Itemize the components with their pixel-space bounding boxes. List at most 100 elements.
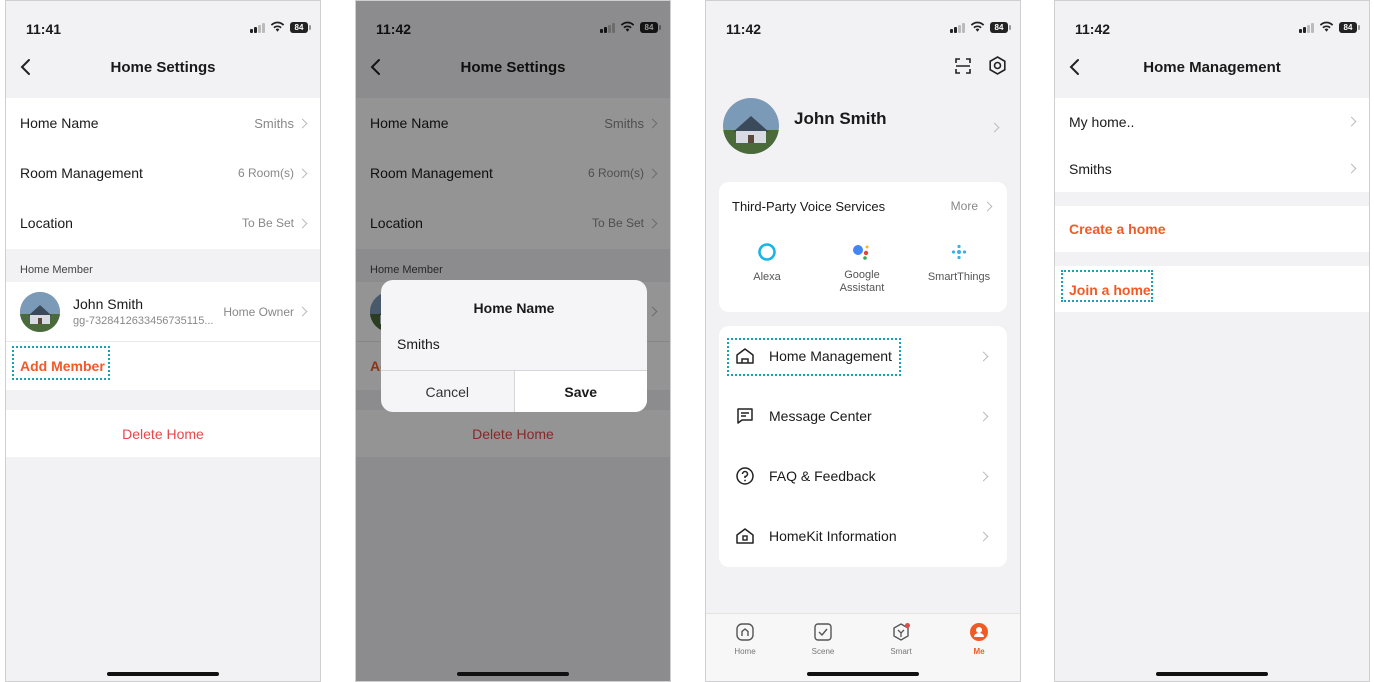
homes-list: My home.. Smiths [1055, 98, 1369, 192]
tab-scene[interactable]: Scene [798, 622, 848, 656]
row-room-management[interactable]: Room Management 6 Room(s) [6, 148, 320, 198]
service-label: SmartThings [927, 271, 991, 283]
phone-home-management: 11:42 84 Home Management My home.. Smith… [1054, 0, 1370, 682]
save-button[interactable]: Save [514, 371, 647, 412]
page-title: Home Management [1143, 59, 1281, 76]
status-bar: 11:42 84 [706, 1, 1020, 45]
row-home-name[interactable]: Home Name Smiths [6, 98, 320, 148]
voice-service-smartthings[interactable]: SmartThings [919, 242, 999, 283]
row-value: 6 Room(s) [237, 166, 294, 180]
chevron-right-icon [978, 471, 989, 481]
row-value: To Be Set [241, 216, 294, 230]
home-label: Smiths [1069, 160, 1112, 177]
smart-icon [893, 623, 910, 641]
status-time: 11:41 [26, 21, 62, 37]
member-role: Home Owner [223, 304, 294, 319]
service-label: Alexa [753, 271, 781, 283]
chevron-right-icon [978, 411, 989, 421]
service-label: Google Assistant [839, 269, 885, 294]
menu-label: FAQ & Feedback [769, 468, 876, 484]
highlight-box [727, 338, 901, 376]
settings-group: Home Name Smiths Room Management 6 Room(… [6, 98, 320, 249]
homekit-icon [736, 528, 754, 544]
member-row[interactable]: John Smith gg-7328412633456735115... Hom… [6, 282, 320, 342]
dialog-title: Home Name [473, 300, 555, 316]
menu-message-center[interactable]: Message Center [719, 386, 1007, 446]
tab-home[interactable]: Home [720, 622, 770, 656]
question-icon [736, 467, 754, 485]
menu-label: Message Center [769, 408, 872, 424]
member-id: gg-7328412633456735115... [73, 315, 214, 327]
battery-icon: 84 [290, 21, 311, 33]
nav-bar: Home Management [1055, 45, 1369, 89]
scene-icon [814, 623, 832, 641]
highlight-box [12, 346, 110, 380]
row-label: Location [20, 215, 73, 231]
message-icon [737, 408, 753, 424]
home-name-input[interactable]: Smiths [397, 336, 631, 352]
avatar [20, 291, 60, 332]
chevron-right-icon [297, 118, 308, 128]
row-value: Smiths [254, 115, 294, 131]
home-label: My home.. [1069, 113, 1135, 130]
status-time: 11:42 [1075, 21, 1111, 37]
settings-icon[interactable] [987, 55, 1008, 76]
tab-label: Smart [890, 647, 912, 656]
phone-home-name-dialog: 11:42 84 Home Settings Home Name Smiths … [355, 0, 671, 682]
me-icon [970, 623, 988, 641]
tab-smart[interactable]: Smart [876, 622, 926, 656]
home-indicator [107, 672, 219, 676]
home-item[interactable]: My home.. [1055, 98, 1369, 145]
voice-service-google[interactable]: Google Assistant [829, 242, 895, 295]
more-label: More [950, 199, 978, 213]
chevron-right-icon [297, 218, 308, 228]
chevron-right-icon [1346, 163, 1357, 174]
chevron-right-icon [297, 168, 308, 178]
row-label: Room Management [20, 165, 143, 181]
menu-homekit-information[interactable]: HomeKit Information [719, 506, 1007, 566]
create-home-button[interactable]: Create a home [1069, 221, 1165, 237]
battery-icon: 84 [1339, 21, 1360, 33]
chevron-right-icon [978, 351, 989, 361]
google-assistant-icon [853, 245, 869, 260]
wifi-icon [1319, 21, 1334, 32]
nav-bar: Home Settings [6, 45, 320, 89]
row-location[interactable]: Location To Be Set [6, 198, 320, 248]
chevron-right-icon [1346, 116, 1357, 127]
tab-me[interactable]: Me [954, 622, 1004, 656]
menu-faq-feedback[interactable]: FAQ & Feedback [719, 446, 1007, 506]
delete-home-button[interactable]: Delete Home [122, 426, 204, 442]
page-title: Home Settings [110, 59, 216, 76]
voice-more-link[interactable]: More [950, 199, 993, 213]
tab-label: Scene [811, 647, 835, 656]
status-bar: 11:42 84 [1055, 1, 1369, 45]
member-name: John Smith [73, 296, 144, 312]
home-indicator [457, 672, 569, 676]
phone-home-settings: 11:41 84 Home Settings Home Name Smiths … [5, 0, 321, 682]
wifi-icon [970, 21, 985, 32]
voice-service-alexa[interactable]: Alexa [734, 242, 800, 283]
voice-services-card: Third-Party Voice Services More Alexa Go… [719, 182, 1007, 312]
profile-name[interactable]: John Smith [794, 109, 887, 129]
home-tab-icon [736, 623, 754, 641]
tab-label: Me [973, 647, 985, 656]
signal-icon [950, 22, 965, 33]
home-name-dialog: Home Name Smiths Cancel Save [381, 280, 647, 412]
smartthings-icon [951, 244, 967, 260]
status-bar: 11:41 84 [6, 1, 320, 45]
signal-icon [250, 22, 265, 33]
menu-label: HomeKit Information [769, 528, 897, 544]
voice-services-title: Third-Party Voice Services [732, 199, 886, 214]
section-header: Home Member [20, 264, 93, 276]
home-indicator [807, 672, 919, 676]
home-indicator [1156, 672, 1268, 676]
alexa-icon [758, 243, 776, 261]
scan-icon[interactable] [953, 56, 973, 76]
home-item[interactable]: Smiths [1055, 145, 1369, 192]
chevron-right-icon [982, 201, 993, 211]
tab-label: Home [734, 647, 756, 656]
delete-home-group: Delete Home [6, 410, 320, 457]
cancel-button[interactable]: Cancel [381, 371, 515, 412]
tab-bar: Home Scene Smart Me [706, 613, 1020, 681]
profile-avatar[interactable] [723, 98, 779, 154]
